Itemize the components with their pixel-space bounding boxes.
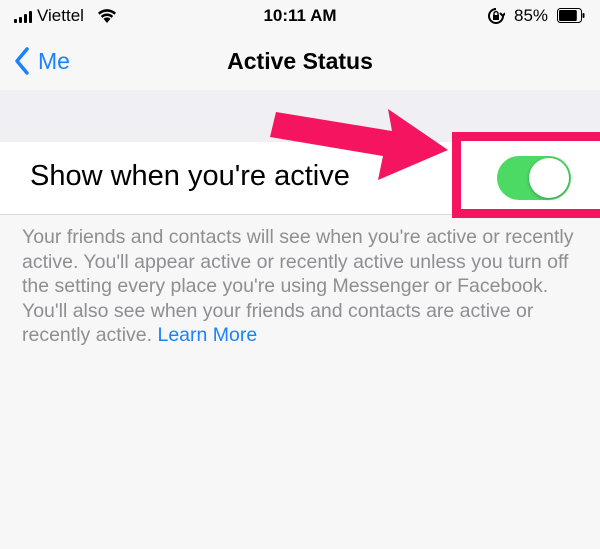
toggle-knob <box>529 158 569 198</box>
active-status-toggle[interactable] <box>497 156 571 200</box>
navigation-bar: Active Status Me <box>0 34 600 90</box>
rotation-lock-icon <box>488 8 505 24</box>
battery-percent: 85% <box>514 6 549 25</box>
page-title: Active Status <box>227 48 373 74</box>
battery-icon <box>557 8 585 23</box>
description-body: Your friends and contacts will see when … <box>22 226 574 346</box>
setting-label: Show when you're active <box>30 160 350 192</box>
back-button[interactable]: Me <box>14 44 70 78</box>
description-text: Your friends and contacts will see when … <box>22 225 592 348</box>
chevron-left-icon <box>15 47 29 75</box>
learn-more-link[interactable]: Learn More <box>157 324 257 346</box>
status-time: 10:11 AM <box>263 6 337 25</box>
back-button-label: Me <box>38 47 70 74</box>
status-bar: Viettel 10:11 AM 85% <box>0 0 600 34</box>
